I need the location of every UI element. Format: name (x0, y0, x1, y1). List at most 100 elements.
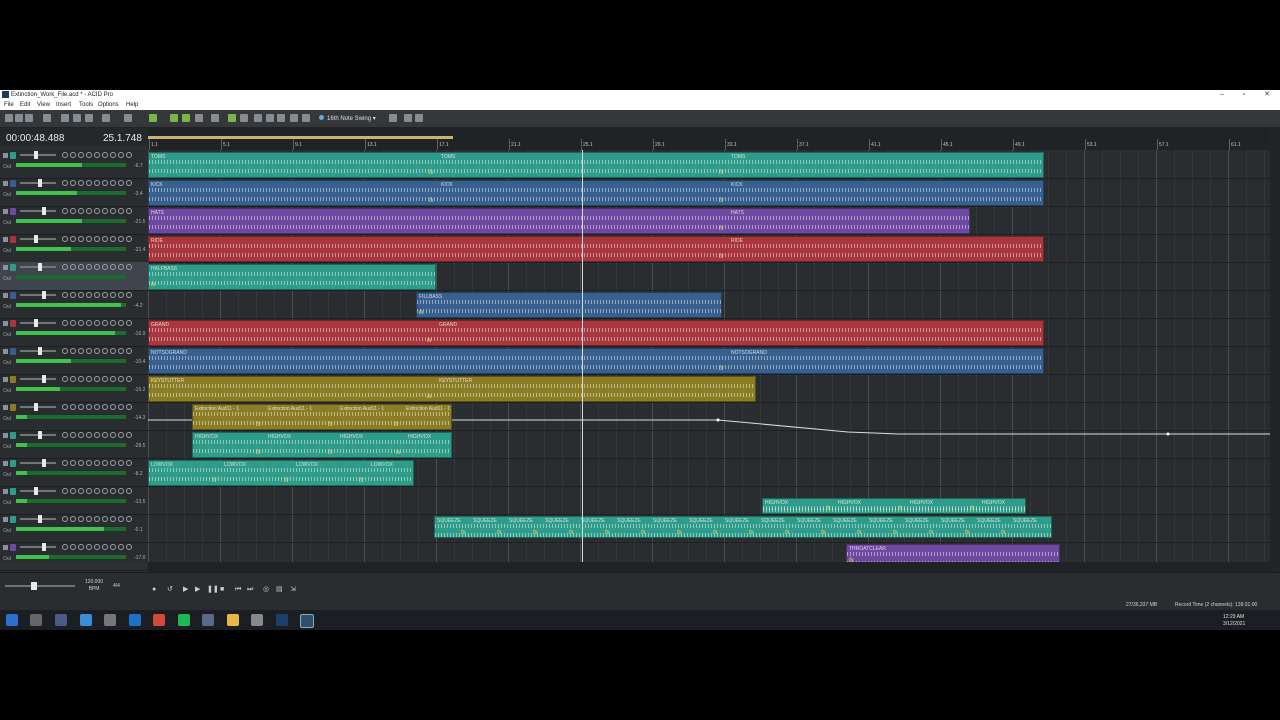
fader-handle[interactable] (34, 151, 38, 159)
audio-event-extinction-aud11-1[interactable]: Extinction Aud11 - 1 Extinction Aud11 - 1… (192, 404, 452, 430)
event-fx-icon[interactable]: fx (212, 478, 217, 484)
arm-icon[interactable] (78, 208, 84, 214)
track-select-icon[interactable] (3, 545, 8, 550)
envelope-icon[interactable] (102, 544, 108, 550)
tempo-slider-handle[interactable] (31, 582, 37, 590)
more-icon[interactable] (126, 488, 132, 494)
fader-handle[interactable] (34, 403, 38, 411)
event-fx-icon[interactable]: fx (857, 530, 862, 536)
track-header[interactable]: Out -15.2 (0, 374, 148, 403)
grid-snap-icon[interactable] (182, 114, 190, 122)
track-color-swatch[interactable] (10, 404, 16, 411)
track-select-icon[interactable] (3, 405, 8, 410)
event-fx-icon[interactable]: fx (256, 450, 261, 456)
track-color-swatch[interactable] (10, 544, 16, 551)
track-volume-fader[interactable] (20, 543, 56, 551)
link-icon[interactable] (118, 432, 124, 438)
audio-event-lowvox[interactable]: LOWVOX LOWVOX fx LOWVOX fx LOWVOX fx (148, 460, 414, 486)
track-select-icon[interactable] (3, 461, 8, 466)
gear-icon[interactable] (110, 404, 116, 410)
event-fx-icon[interactable]: fx (328, 450, 333, 456)
automation-icon[interactable] (94, 460, 100, 466)
link-icon[interactable] (118, 376, 124, 382)
audio-event-ride[interactable]: RIDE RIDE fx (148, 236, 1044, 262)
lock-icon[interactable] (404, 114, 412, 122)
audio-event-squeeze[interactable]: SQUEEZE SQUEEZE fx SQUEEZE fx SQUEEZE fx SQUEEZ… (434, 516, 1052, 538)
audio-event-highvox[interactable]: HIGHVOX HIGHVOX fx HIGHVOX fx HIGHVOX fx (762, 498, 1026, 514)
track-color-swatch[interactable] (10, 516, 16, 523)
close-icon[interactable]: ✕ (1255, 90, 1279, 100)
fx-icon[interactable] (86, 460, 92, 466)
event-fx-icon[interactable]: fx (605, 530, 610, 536)
event-fx-icon[interactable]: fx (719, 254, 724, 260)
event-fx-icon[interactable]: fx (929, 530, 934, 536)
fader-handle[interactable] (38, 263, 42, 271)
track-volume-fader[interactable] (20, 431, 56, 439)
track-color-swatch[interactable] (10, 320, 16, 327)
more-icon[interactable] (126, 320, 132, 326)
envelope-icon[interactable] (240, 114, 248, 122)
tempo-slider[interactable] (5, 582, 75, 590)
solo-icon[interactable] (70, 264, 76, 270)
event-fx-icon[interactable]: fx (256, 422, 261, 428)
split-icon[interactable] (302, 114, 310, 122)
automation-icon[interactable] (94, 320, 100, 326)
arm-icon[interactable] (78, 376, 84, 382)
event-fx-icon[interactable]: fx (970, 506, 975, 512)
event-fx-icon[interactable]: fx (497, 530, 502, 536)
track-header[interactable]: Out -21.4 (0, 234, 148, 263)
event-fx-icon[interactable]: fx (749, 530, 754, 536)
snap-icon[interactable] (170, 114, 178, 122)
menu-file[interactable]: File (4, 102, 14, 108)
more-icon[interactable] (126, 376, 132, 382)
loop-region[interactable] (148, 136, 453, 139)
fader-handle[interactable] (42, 291, 46, 299)
audio-event-grand[interactable]: GRAND GRAND fx (148, 320, 1044, 346)
paint-icon[interactable] (266, 114, 274, 122)
arm-icon[interactable] (78, 152, 84, 158)
solo-icon[interactable] (70, 460, 76, 466)
track-select-icon[interactable] (3, 265, 8, 270)
event-fx-icon[interactable]: fx (569, 530, 574, 536)
track-header[interactable]: Out -21.5 (0, 206, 148, 235)
more-icon[interactable] (126, 264, 132, 270)
edit-tool-icon[interactable] (149, 114, 157, 122)
more-icon[interactable] (126, 180, 132, 186)
mute-icon[interactable] (62, 292, 68, 298)
event-fx-icon[interactable]: fx (719, 226, 724, 232)
zoom-icon[interactable] (277, 114, 285, 122)
gear-icon[interactable] (110, 348, 116, 354)
fx-icon[interactable] (86, 516, 92, 522)
track-volume-fader[interactable] (20, 179, 56, 187)
automation-icon[interactable] (94, 236, 100, 242)
track-header[interactable]: Out -8.2 (0, 458, 148, 487)
audio-event-notsogrand[interactable]: NOTSOGRAND NOTSOGRAND fx (148, 348, 1044, 374)
paste-icon[interactable] (85, 114, 93, 122)
track-color-swatch[interactable] (10, 488, 16, 495)
track-select-icon[interactable] (3, 153, 8, 158)
fx-icon[interactable] (86, 432, 92, 438)
track-volume-fader[interactable] (20, 347, 56, 355)
track-header[interactable]: Out -6.7 (0, 150, 148, 179)
automation-icon[interactable] (94, 432, 100, 438)
event-fx-icon[interactable]: fx (328, 422, 333, 428)
solo-icon[interactable] (70, 516, 76, 522)
arm-icon[interactable] (78, 320, 84, 326)
record-icon[interactable]: ● (152, 586, 159, 593)
envelope-icon[interactable] (102, 488, 108, 494)
track-select-icon[interactable] (3, 377, 8, 382)
fader-handle[interactable] (34, 487, 38, 495)
event-fx-icon[interactable]: fx (151, 282, 156, 288)
solo-icon[interactable] (70, 292, 76, 298)
envelope-icon[interactable] (102, 432, 108, 438)
edge-icon[interactable] (129, 614, 141, 626)
solo-icon[interactable] (70, 432, 76, 438)
arm-icon[interactable] (78, 180, 84, 186)
track-volume-fader[interactable] (20, 487, 56, 495)
mute-icon[interactable] (62, 264, 68, 270)
arm-icon[interactable] (78, 544, 84, 550)
fader-handle[interactable] (38, 431, 42, 439)
more-icon[interactable] (126, 460, 132, 466)
envelope-icon[interactable] (102, 208, 108, 214)
play-from-start-icon[interactable]: ▶ (183, 586, 190, 593)
